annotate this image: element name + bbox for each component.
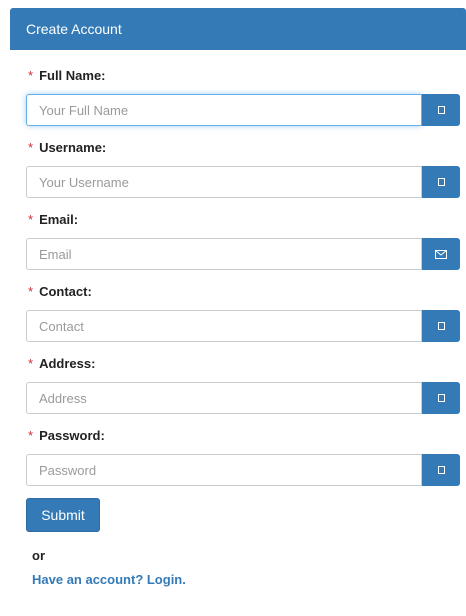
submit-button[interactable]: Submit [26,498,100,532]
email-addon [422,238,460,270]
password-input[interactable] [26,454,422,486]
username-input[interactable] [26,166,422,198]
square-icon [437,178,445,186]
square-icon [437,322,445,330]
contact-addon [422,310,460,342]
full-name-label: Full Name: [39,68,106,83]
field-contact: * Contact: [26,284,460,342]
envelope-icon [435,249,447,259]
password-label: Password: [39,428,105,443]
field-address: * Address: [26,356,460,414]
required-marker: * [28,212,34,227]
or-separator: or [32,548,45,563]
email-input[interactable] [26,238,422,270]
panel-title: Create Account [10,8,466,50]
email-label: Email: [39,212,79,227]
field-password: * Password: [26,428,460,486]
required-marker: * [28,140,34,155]
full-name-input[interactable] [26,94,422,126]
required-marker: * [28,68,34,83]
contact-label: Contact: [39,284,92,299]
username-label: Username: [39,140,107,155]
square-icon [437,466,445,474]
username-addon [422,166,460,198]
login-link[interactable]: Have an account? Login. [32,572,186,587]
field-email: * Email: [26,212,460,270]
required-marker: * [28,428,34,443]
field-full-name: * Full Name: [26,68,460,126]
square-icon [437,394,445,402]
create-account-panel: Create Account * Full Name: * Username: * E… [10,8,466,616]
field-username: * Username: [26,140,460,198]
square-icon [437,106,445,114]
address-input[interactable] [26,382,422,414]
address-label: Address: [39,356,96,371]
address-addon [422,382,460,414]
password-addon [422,454,460,486]
contact-input[interactable] [26,310,422,342]
full-name-addon [422,94,460,126]
required-marker: * [28,356,34,371]
required-marker: * [28,284,34,299]
